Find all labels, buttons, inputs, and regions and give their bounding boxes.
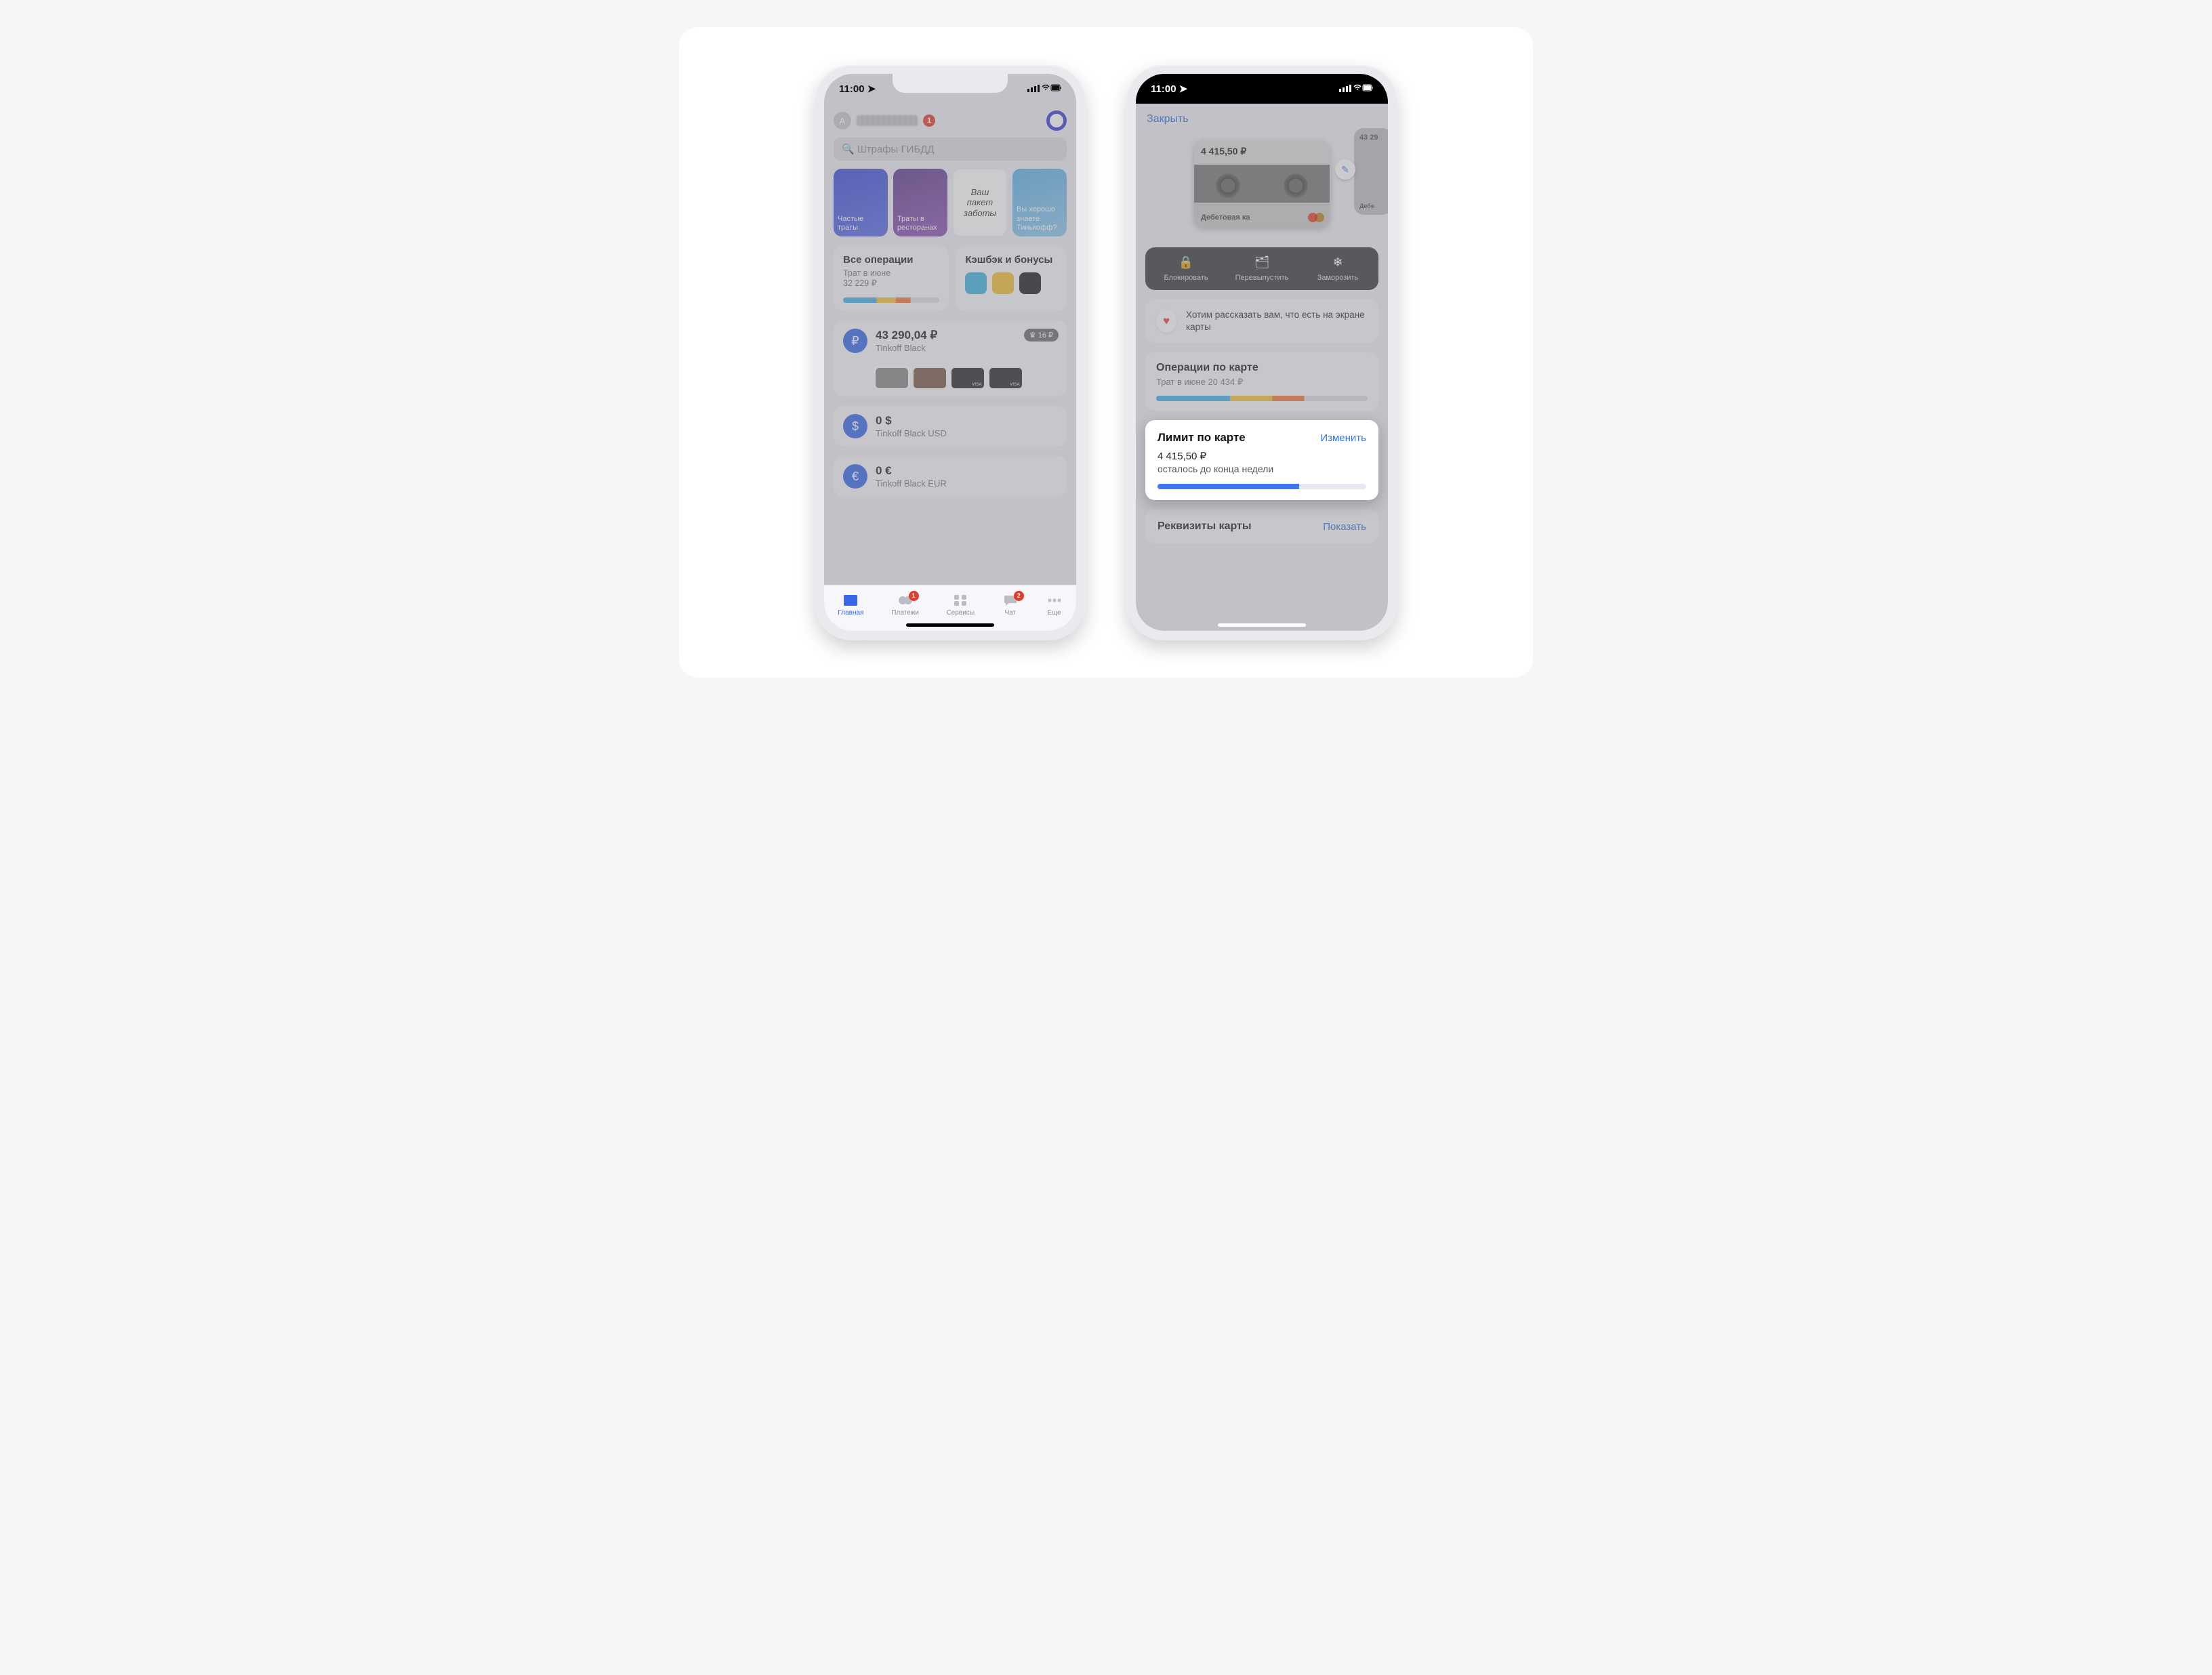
status-indicators [1339,83,1373,95]
card-thumb[interactable] [989,368,1022,388]
account-amount: 43 290,04 ₽ [876,329,937,342]
cashback-dot [965,272,987,294]
action-block[interactable]: 🔒Блокировать [1148,255,1224,282]
account-name: Tinkoff Black EUR [876,478,947,489]
story-card[interactable]: Траты в ресторанах [893,169,947,236]
cashback-dot [1019,272,1041,294]
card-balance: 4 415,50 ₽ [1201,146,1246,157]
home-indicator[interactable] [906,623,994,627]
story-card[interactable]: Частые траты [834,169,888,236]
currency-icon: ₽ [843,329,867,353]
panel-title: Все операции [843,254,939,266]
notification-badge[interactable]: 1 [923,115,935,127]
status-time: 11:00 [839,83,865,95]
cards-row [876,368,1057,388]
search-input[interactable]: 🔍 Штрафы ГИБДД [834,138,1067,161]
profile-ring-icon[interactable] [1046,110,1067,131]
limit-amount: 4 415,50 ₽ [1158,450,1366,462]
requisites-panel[interactable]: Реквизиты карты Показать [1145,510,1378,543]
show-button[interactable]: Показать [1323,521,1366,533]
search-placeholder: Штрафы ГИБДД [857,144,935,155]
phone-card-detail: 11:00 ➤ Закрыть 43 29Дебе 4 415,50 ₽ Деб… [1126,64,1397,640]
card-thumb[interactable] [951,368,984,388]
account-name: Tinkoff Black [876,343,937,353]
change-button[interactable]: Изменить [1320,432,1366,444]
account-amount: 0 € [876,464,947,478]
cashback-dot [992,272,1014,294]
home-indicator[interactable] [1218,623,1306,627]
heart-icon: ♥ [1156,310,1176,333]
stories-row: Частые траты Траты в ресторанах Ваш паке… [834,169,1067,236]
panel-subtitle: Трат в июне 20 434 ₽ [1156,377,1368,388]
cashback-panel[interactable]: Кэшбэк и бонусы [956,246,1067,311]
header: А 1 [834,110,1067,131]
edit-card-button[interactable]: ✎ [1335,159,1355,180]
story-card[interactable]: Ваш пакет заботы [953,169,1007,236]
limit-panel: Лимит по карте Изменить 4 415,50 ₽ остал… [1145,420,1378,500]
all-operations-panel[interactable]: Все операции Трат в июне32 229 ₽ [834,246,949,311]
action-freeze[interactable]: ❄Заморозить [1300,255,1376,282]
requisites-title: Реквизиты карты [1158,520,1252,533]
story-card[interactable]: Вы хорошо знаете Тинькофф? [1012,169,1067,236]
account-amount: 0 $ [876,414,947,428]
account-row[interactable]: € 0 € Tinkoff Black EUR [834,456,1067,497]
tab-more[interactable]: Еще [1046,594,1063,617]
close-button[interactable]: Закрыть [1145,110,1378,128]
spending-bar [843,297,939,303]
status-indicators [1027,83,1061,95]
limit-remaining: осталось до конца недели [1158,463,1366,474]
card-thumb[interactable] [914,368,946,388]
tab-payments[interactable]: 1Платежи [891,594,919,617]
user-name-redacted [857,115,918,126]
action-reissue[interactable]: 🗂Перевыпустить [1224,255,1300,282]
info-text: Хотим рассказать вам, что есть на экране… [1186,309,1368,333]
notch [1204,74,1319,93]
freeze-icon: ❄ [1300,255,1376,270]
status-time: 11:00 [1151,83,1176,95]
currency-icon: € [843,464,867,489]
account-row[interactable]: ₽ 43 290,04 ₽ Tinkoff Black ♛ 16 ₽ [834,320,1067,396]
tab-services[interactable]: Сервисы [947,594,975,617]
currency-icon: $ [843,414,867,438]
phone-home: 11:00 ➤ А 1 🔍 Штрафы ГИБДД Частые траты … [815,64,1086,640]
location-icon: ➤ [867,83,876,95]
limit-progress [1158,484,1366,489]
account-name: Tinkoff Black USD [876,428,947,438]
limit-title: Лимит по карте [1158,431,1246,444]
notch [893,74,1008,93]
card-thumb-selected[interactable] [876,368,908,388]
card-type: Дебетовая ка [1201,213,1250,222]
account-row[interactable]: $ 0 $ Tinkoff Black USD [834,406,1067,447]
mastercard-icon [1308,212,1324,223]
tab-chat[interactable]: 2Чат [1002,594,1019,617]
tab-home[interactable]: Главная [838,594,863,617]
bonus-pill[interactable]: ♛ 16 ₽ [1024,329,1059,342]
location-icon: ➤ [1179,83,1188,95]
spending-bar [1156,396,1368,401]
panel-title: Кэшбэк и бонусы [965,254,1057,266]
panel-title: Операции по карте [1156,362,1368,374]
card-peek[interactable]: 43 29Дебе [1354,128,1388,215]
lock-icon: 🔒 [1148,255,1224,270]
info-banner[interactable]: ♥ Хотим рассказать вам, что есть на экра… [1145,299,1378,343]
operations-panel[interactable]: Операции по карте Трат в июне 20 434 ₽ [1145,352,1378,411]
card-visual[interactable]: 4 415,50 ₽ Дебетовая ка [1194,140,1330,227]
card-actions: 🔒Блокировать 🗂Перевыпустить ❄Заморозить [1145,247,1378,290]
reissue-icon: 🗂 [1224,255,1300,270]
avatar[interactable]: А [834,112,851,129]
